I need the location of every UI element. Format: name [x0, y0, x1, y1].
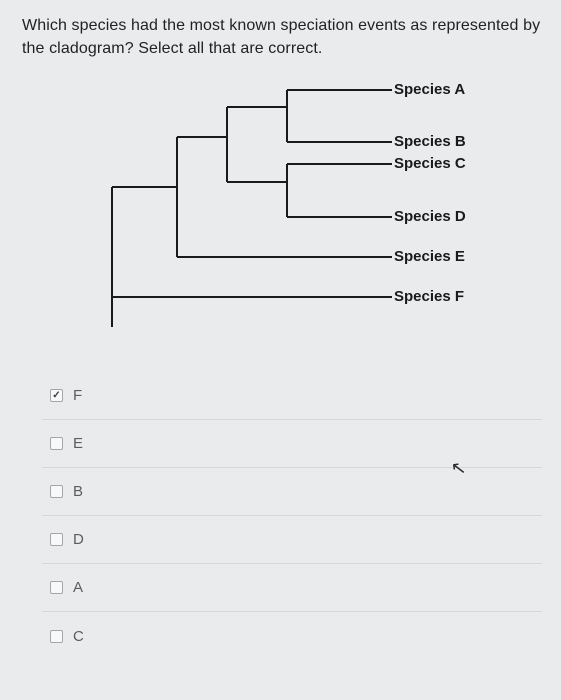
- species-label-d: Species D: [394, 208, 466, 225]
- checkbox-f[interactable]: [50, 389, 63, 402]
- option-label: E: [73, 435, 83, 452]
- cladogram-svg: [62, 82, 442, 342]
- checkbox-b[interactable]: [50, 485, 63, 498]
- option-row-a[interactable]: A: [42, 564, 542, 612]
- option-row-c[interactable]: C: [42, 612, 542, 660]
- cladogram-diagram: Species A Species B Species C Species D …: [62, 82, 561, 342]
- option-row-e[interactable]: E: [42, 420, 542, 468]
- checkbox-d[interactable]: [50, 533, 63, 546]
- option-row-f[interactable]: F: [42, 372, 542, 420]
- species-label-a: Species A: [394, 81, 465, 98]
- species-label-c: Species C: [394, 155, 466, 172]
- species-label-e: Species E: [394, 248, 465, 265]
- checkbox-c[interactable]: [50, 630, 63, 643]
- species-label-b: Species B: [394, 133, 466, 150]
- question-text: Which species had the most known speciat…: [22, 14, 543, 60]
- option-label: D: [73, 531, 84, 548]
- option-label: B: [73, 483, 83, 500]
- option-row-d[interactable]: D: [42, 516, 542, 564]
- option-label: F: [73, 387, 82, 404]
- checkbox-a[interactable]: [50, 581, 63, 594]
- option-label: C: [73, 628, 84, 645]
- species-label-f: Species F: [394, 288, 464, 305]
- question-page: Which species had the most known speciat…: [0, 0, 561, 700]
- option-label: A: [73, 579, 83, 596]
- answer-options: F E B D A C: [42, 372, 542, 660]
- option-row-b[interactable]: B: [42, 468, 542, 516]
- checkbox-e[interactable]: [50, 437, 63, 450]
